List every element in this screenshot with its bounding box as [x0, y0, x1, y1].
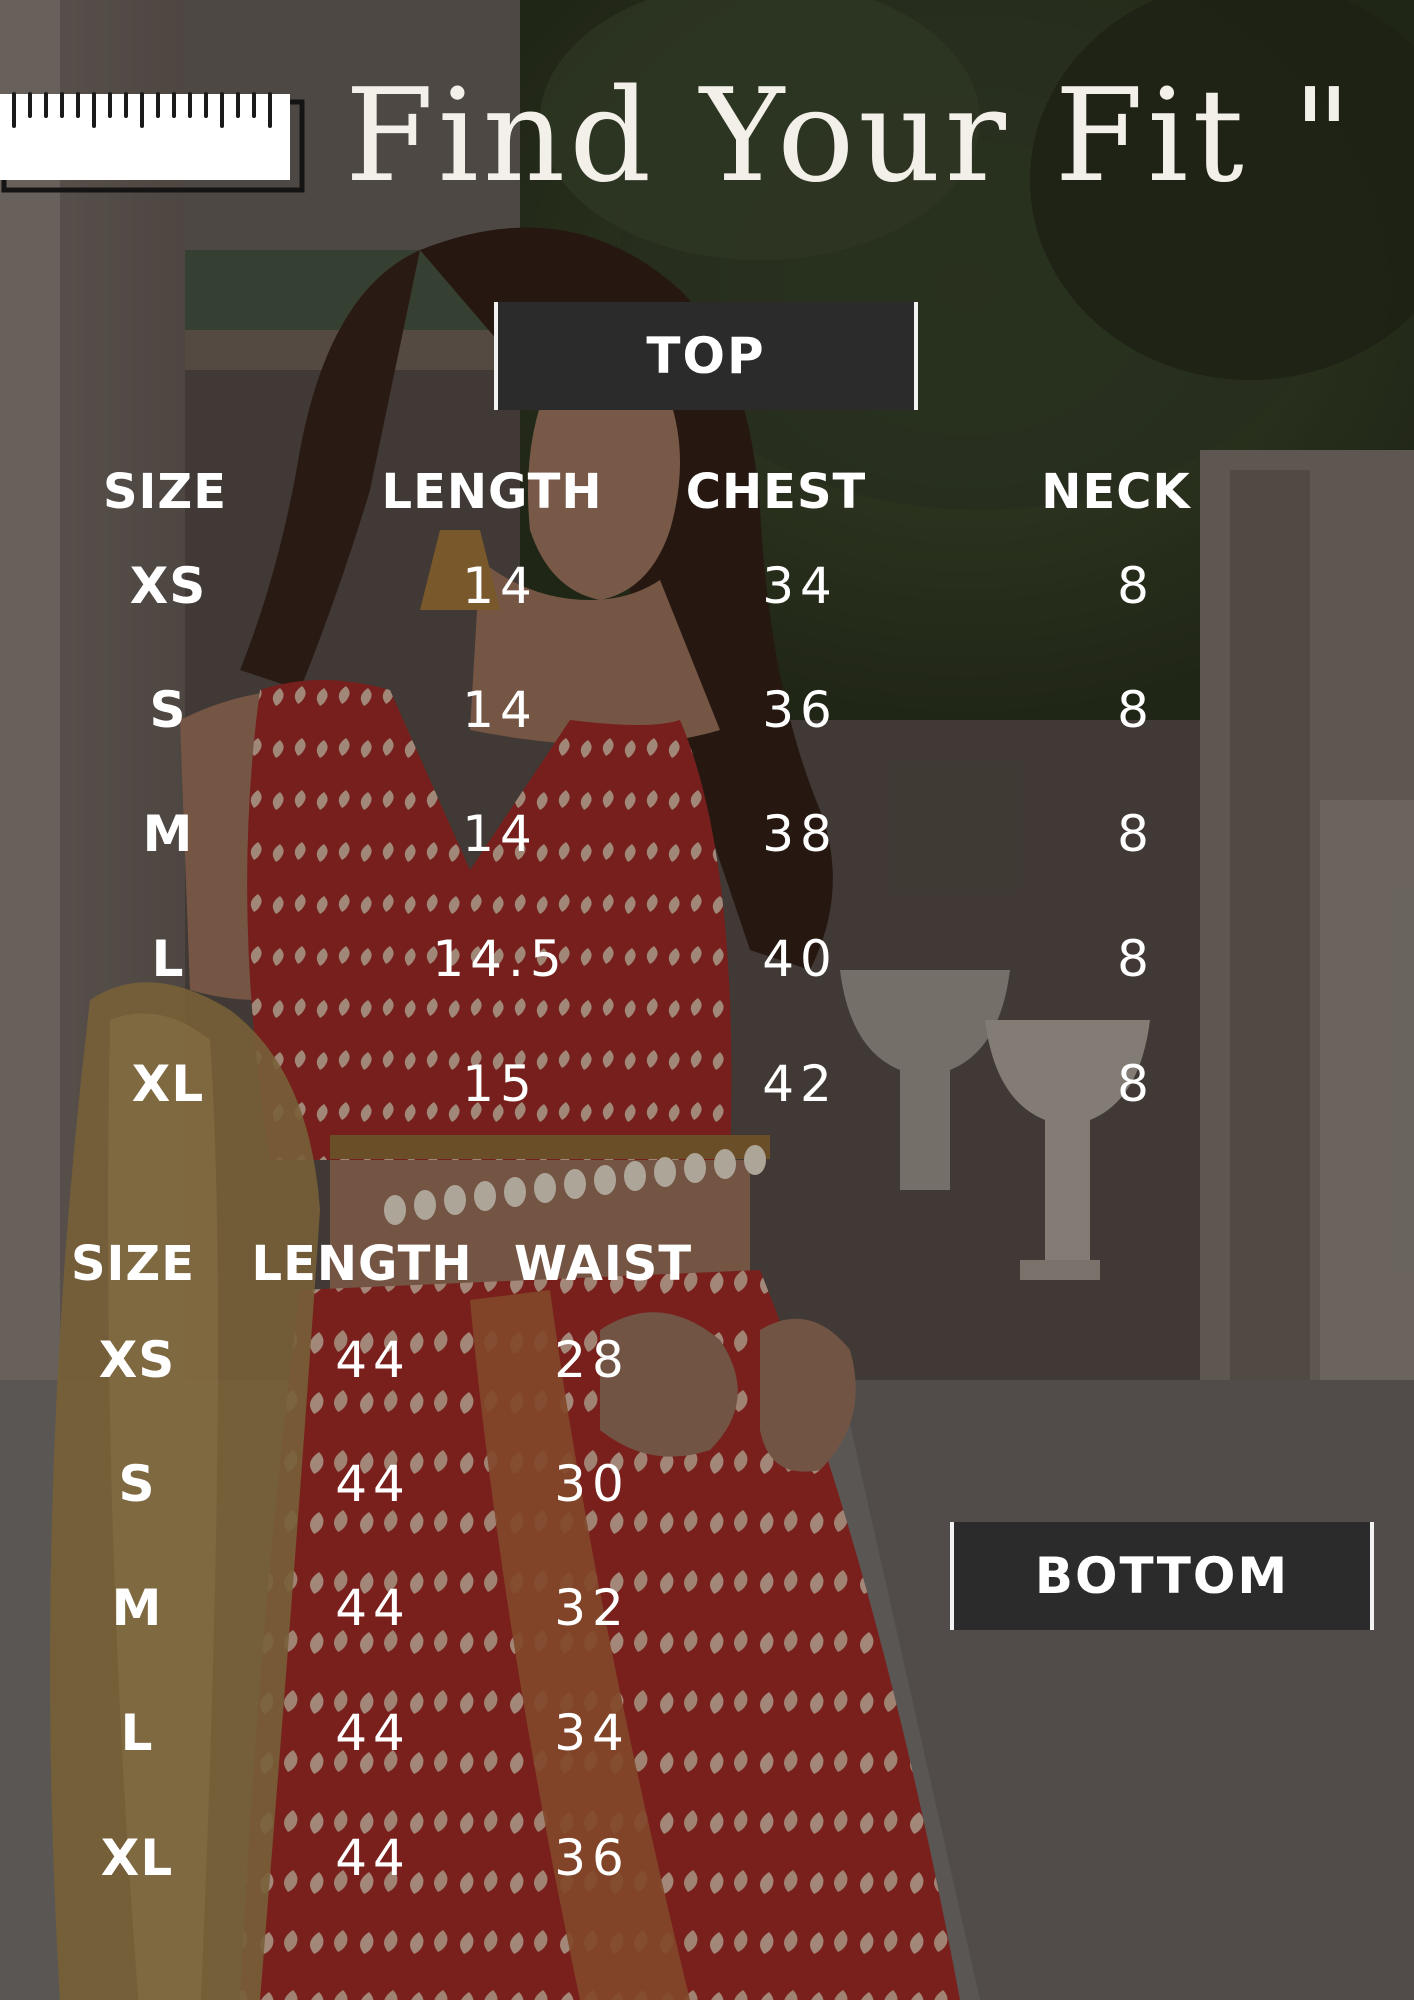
top-cell-chest: 38 — [762, 805, 838, 863]
bottom-cell-size: S — [118, 1455, 156, 1513]
page-title: Find Your Fit " — [345, 62, 1356, 211]
top-section-label: TOP — [494, 302, 918, 410]
bottom-cell-length: 44 — [335, 1579, 411, 1637]
top-cell-neck: 8 — [1117, 557, 1155, 615]
top-header-chest: CHEST — [685, 464, 867, 520]
bottom-cell-size: XS — [98, 1331, 176, 1389]
bottom-cell-size: L — [120, 1704, 154, 1762]
bottom-cell-waist: 34 — [554, 1704, 630, 1762]
bottom-cell-length: 44 — [335, 1455, 411, 1513]
top-cell-size: XL — [131, 1055, 205, 1113]
top-cell-neck: 8 — [1117, 681, 1155, 739]
bottom-section-label: BOTTOM — [950, 1522, 1374, 1630]
top-cell-neck: 8 — [1117, 1055, 1155, 1113]
top-cell-neck: 8 — [1117, 805, 1155, 863]
bottom-header-waist: WAIST — [513, 1236, 693, 1292]
top-cell-chest: 40 — [762, 930, 838, 988]
top-cell-length: 14.5 — [432, 930, 568, 988]
top-cell-length: 15 — [462, 1055, 538, 1113]
bottom-cell-length: 44 — [335, 1704, 411, 1762]
top-cell-size: S — [149, 681, 187, 739]
top-cell-length: 14 — [462, 805, 538, 863]
top-cell-chest: 36 — [762, 681, 838, 739]
bottom-cell-waist: 32 — [554, 1579, 630, 1637]
bottom-header-length: LENGTH — [251, 1236, 473, 1292]
bottom-cell-waist: 30 — [554, 1455, 630, 1513]
bottom-cell-waist: 28 — [554, 1331, 630, 1389]
bottom-header-size: SIZE — [70, 1236, 196, 1292]
top-cell-length: 14 — [462, 557, 538, 615]
bottom-cell-size: XL — [100, 1829, 174, 1887]
size-chart: Find Your Fit " TOP SIZE LENGTH CHEST NE… — [0, 0, 1414, 2000]
top-cell-size: M — [142, 805, 194, 863]
top-cell-chest: 34 — [762, 557, 838, 615]
top-header-length: LENGTH — [381, 464, 603, 520]
ruler-icon — [0, 88, 310, 198]
top-header-neck: NECK — [1041, 464, 1191, 520]
top-cell-size: XS — [129, 557, 207, 615]
bottom-cell-length: 44 — [335, 1829, 411, 1887]
top-cell-neck: 8 — [1117, 930, 1155, 988]
bottom-cell-length: 44 — [335, 1331, 411, 1389]
bottom-cell-size: M — [111, 1579, 163, 1637]
top-cell-chest: 42 — [762, 1055, 838, 1113]
top-cell-size: L — [151, 930, 185, 988]
bottom-cell-waist: 36 — [554, 1829, 630, 1887]
top-header-size: SIZE — [102, 464, 228, 520]
top-cell-length: 14 — [462, 681, 538, 739]
